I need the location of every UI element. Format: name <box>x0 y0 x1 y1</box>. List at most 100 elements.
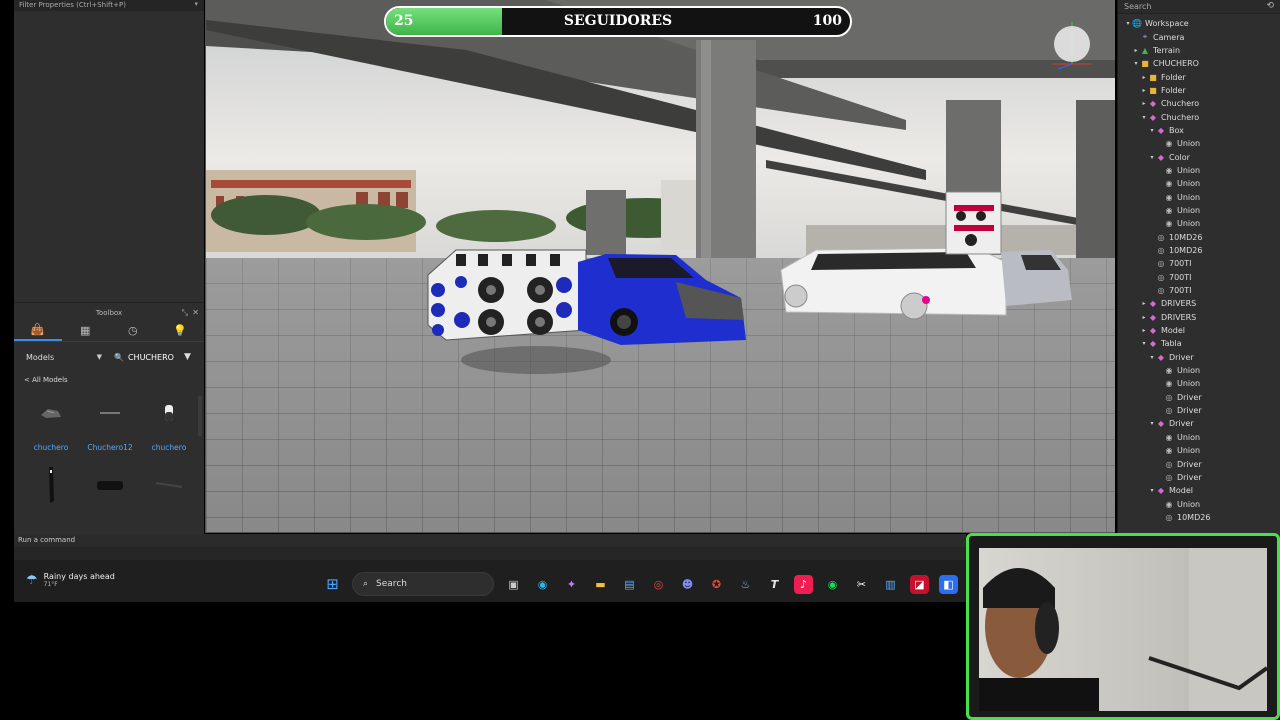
chevron-down-icon[interactable]: ▾ <box>1148 154 1156 161</box>
weather-widget[interactable]: ☂ Rainy days ahead 71°F <box>26 572 115 588</box>
chevron-down-icon[interactable]: ▾ <box>194 0 198 8</box>
explorer-tree-item[interactable]: ▸ ◆ DRIVERS <box>1118 311 1280 324</box>
chevron-down-icon[interactable]: ▾ <box>1148 354 1156 361</box>
model-tile[interactable]: chuchero <box>24 392 78 464</box>
explorer-tree-item[interactable]: ◉ Union <box>1118 204 1280 217</box>
explorer-tree-item[interactable]: ◎ 700TI <box>1118 284 1280 297</box>
model-tile[interactable]: Chuchero12 <box>83 392 137 464</box>
explorer-tree-item[interactable]: ◉ Union <box>1118 497 1280 510</box>
chevron-right-icon[interactable]: ▸ <box>1140 87 1148 94</box>
chevron-down-icon[interactable]: ▾ <box>1132 60 1140 67</box>
capcut-icon[interactable]: ✂ <box>852 575 871 594</box>
explorer-tree-item[interactable]: ⌖ Camera <box>1118 30 1280 43</box>
explorer-tree-item[interactable]: ◎ Driver <box>1118 471 1280 484</box>
explorer-tree-item[interactable]: ▸ ■ Folder <box>1118 84 1280 97</box>
explorer-tree-item[interactable]: ◎ 700TI <box>1118 257 1280 270</box>
chevron-down-icon[interactable]: ▾ <box>1148 127 1156 134</box>
dock-icon[interactable]: ⤡ <box>182 306 188 320</box>
tab-recent[interactable]: ◷ <box>109 320 157 341</box>
explorer-tree-item[interactable]: ▸ ◆ Model <box>1118 324 1280 337</box>
explorer-tree-item[interactable]: ◎ 10MD26 <box>1118 244 1280 257</box>
explorer-tree-item[interactable]: ▾ ■ CHUCHERO <box>1118 57 1280 70</box>
chevron-down-icon[interactable]: ▾ <box>1148 420 1156 427</box>
copilot-icon[interactable]: ✦ <box>562 575 581 594</box>
tab-inventory[interactable]: 👜 <box>14 320 62 341</box>
command-bar-input[interactable]: Run a command <box>18 536 75 544</box>
explorer-tree-item[interactable]: ◎ 700TI <box>1118 271 1280 284</box>
explorer-tree-item[interactable]: ▾ ◆ Box <box>1118 124 1280 137</box>
app-red-icon[interactable]: ◪ <box>910 574 929 594</box>
tab-creations[interactable]: 💡 <box>157 320 205 341</box>
chevron-down-icon[interactable]: ▾ <box>1148 487 1156 494</box>
explorer-tree-item[interactable]: ▸ ◆ DRIVERS <box>1118 297 1280 310</box>
windows-start-icon[interactable]: ⊞ <box>323 575 342 594</box>
game-app-icon[interactable]: ✪ <box>707 575 726 594</box>
steam-icon[interactable]: ♨ <box>736 575 755 594</box>
chevron-right-icon[interactable]: ▸ <box>1140 300 1148 307</box>
explorer-tree-item[interactable]: ▾ ◆ Model <box>1118 484 1280 497</box>
model-tile[interactable] <box>142 464 196 536</box>
chrome-icon[interactable]: ◎ <box>649 575 668 594</box>
spotify-icon[interactable]: ◉ <box>823 575 842 594</box>
chevron-down-icon[interactable]: ▾ <box>1140 340 1148 347</box>
model-tile[interactable] <box>83 464 137 536</box>
explorer-search-input[interactable]: Search ⟲ <box>1118 0 1280 14</box>
chevron-right-icon[interactable]: ▸ <box>1140 100 1148 107</box>
explorer-tree-item[interactable]: ◉ Union <box>1118 444 1280 457</box>
explorer-tree-item[interactable]: ▸ ▲ Terrain <box>1118 44 1280 57</box>
explorer-tree-item[interactable]: ◉ Union <box>1118 164 1280 177</box>
explorer-tree-item[interactable]: ◉ Union <box>1118 137 1280 150</box>
chevron-down-icon[interactable]: ▾ <box>1140 114 1148 121</box>
command-bar[interactable]: Run a command <box>14 534 966 547</box>
tiktok-icon[interactable]: ♪ <box>794 574 813 594</box>
edge-browser-icon[interactable]: ◉ <box>533 575 552 594</box>
task-view-icon[interactable]: ▣ <box>504 575 523 594</box>
all-models-link[interactable]: < All Models <box>14 366 204 384</box>
microsoft-store-icon[interactable]: ▤ <box>620 575 639 594</box>
explorer-tree-item[interactable]: ▾ ◆ Color <box>1118 150 1280 163</box>
tree-item-label: Union <box>1177 205 1201 215</box>
file-explorer-icon[interactable]: ▬ <box>591 575 610 594</box>
model-tile[interactable]: chuchero <box>142 392 196 464</box>
view-cube-gizmo[interactable] <box>1046 14 1098 70</box>
explorer-tree-item[interactable]: ▾ 🌐 Workspace <box>1118 17 1280 30</box>
chevron-right-icon[interactable]: ▸ <box>1140 314 1148 321</box>
explorer-tree-item[interactable]: ▾ ◆ Tabla <box>1118 337 1280 350</box>
filter-icon[interactable]: ▼ <box>184 352 191 362</box>
explorer-tree-item[interactable]: ◎ Driver <box>1118 404 1280 417</box>
follower-goal-bar: 25 SEGUIDORES 100 <box>384 6 852 37</box>
explorer-tree-item[interactable]: ◉ Union <box>1118 217 1280 230</box>
toolbox-search[interactable]: 🔍 CHUCHERO ▼ <box>114 352 191 362</box>
explorer-tree-item[interactable]: ◎ 10MD26 <box>1118 511 1280 524</box>
game-viewport[interactable]: 25 SEGUIDORES 100 <box>205 0 1115 533</box>
explorer-tree-item[interactable]: ◎ 10MD26 <box>1118 231 1280 244</box>
close-icon[interactable]: ✕ <box>192 306 199 320</box>
model-tile[interactable] <box>24 464 78 536</box>
explorer-tree-item[interactable]: ◎ Driver <box>1118 457 1280 470</box>
explorer-tree-item[interactable]: ▾ ◆ Driver <box>1118 417 1280 430</box>
explorer-tree-item[interactable]: ◉ Union <box>1118 377 1280 390</box>
chevron-right-icon[interactable]: ▸ <box>1140 74 1148 81</box>
notepad-icon[interactable]: ▥ <box>881 575 900 594</box>
explorer-tree-item[interactable]: ▾ ◆ Driver <box>1118 351 1280 364</box>
roblox-studio-icon[interactable]: ◧ <box>939 574 958 594</box>
explorer-tree-item[interactable]: ◉ Union <box>1118 190 1280 203</box>
explorer-tree-item[interactable]: ◉ Union <box>1118 431 1280 444</box>
chevron-right-icon[interactable]: ▸ <box>1132 47 1140 54</box>
explorer-tree-item[interactable]: ◎ Driver <box>1118 391 1280 404</box>
explorer-tree-item[interactable]: ▾ ◆ Chuchero <box>1118 110 1280 123</box>
taskbar-search[interactable]: ⌕ Search <box>352 572 494 596</box>
explorer-tree-item[interactable]: ◉ Union <box>1118 364 1280 377</box>
history-icon[interactable]: ⟲ <box>1266 1 1274 11</box>
category-select[interactable]: Models ▼ <box>26 353 106 362</box>
explorer-tree-item[interactable]: ▸ ■ Folder <box>1118 70 1280 83</box>
discord-icon[interactable]: ☻ <box>678 575 697 594</box>
chevron-down-icon[interactable]: ▾ <box>1124 20 1132 27</box>
filter-properties-input[interactable]: Filter Properties (Ctrl+Shift+P) ▾ <box>14 0 204 11</box>
tab-marketplace[interactable]: ▦ <box>62 320 110 341</box>
app-tf-icon[interactable]: T <box>765 575 784 594</box>
chevron-right-icon[interactable]: ▸ <box>1140 327 1148 334</box>
explorer-tree-item[interactable]: ▸ ◆ Chuchero <box>1118 97 1280 110</box>
toolbox-scrollbar[interactable] <box>198 396 202 436</box>
explorer-tree-item[interactable]: ◉ Union <box>1118 177 1280 190</box>
